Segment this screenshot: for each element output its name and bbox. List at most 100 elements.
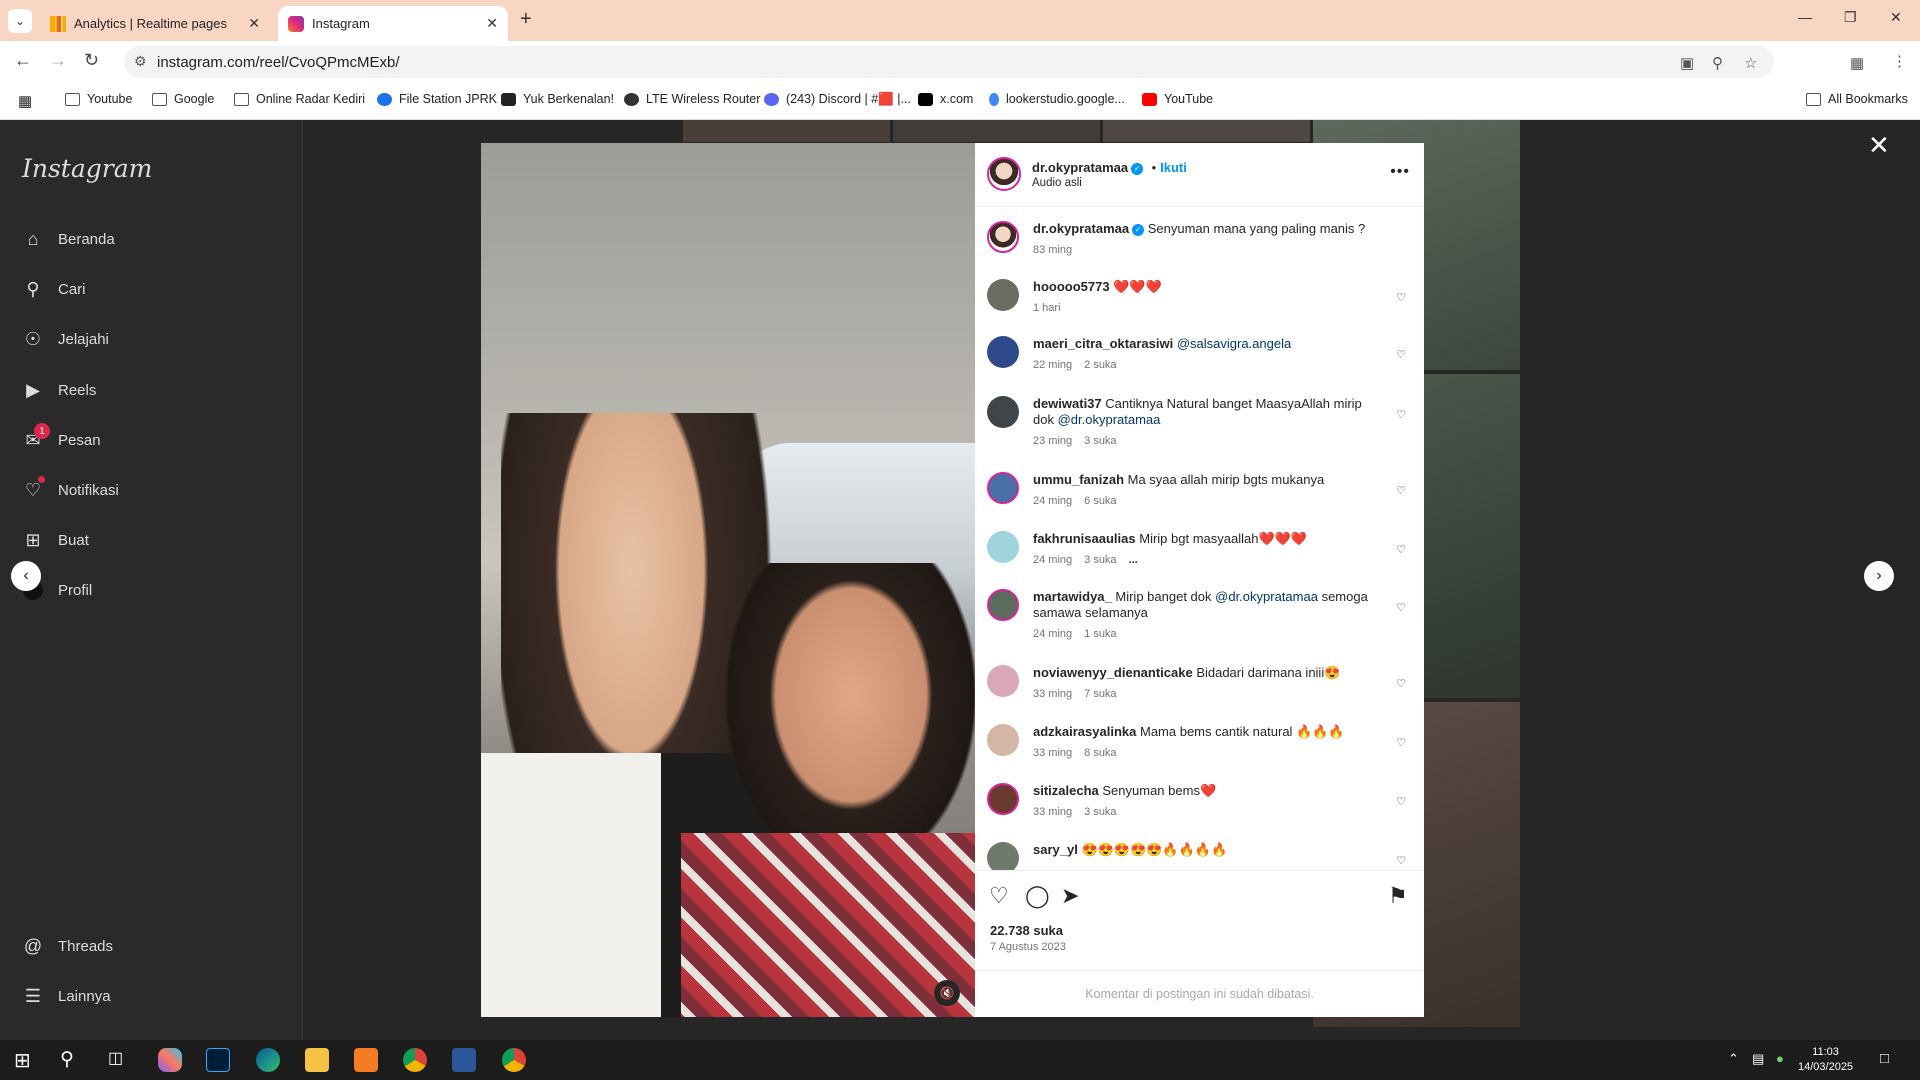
comment-time[interactable]: 83 ming bbox=[1033, 244, 1072, 256]
bookmark-lookerstudio[interactable]: lookerstudio.google... bbox=[989, 92, 1125, 106]
network-icon[interactable]: ▤ bbox=[1752, 1051, 1764, 1067]
like-comment-icon[interactable]: ♡ bbox=[1396, 795, 1406, 808]
tab-instagram[interactable]: Instagram ✕ bbox=[278, 6, 508, 41]
nav-buat[interactable]: ⊞ Buat bbox=[22, 529, 88, 551]
file-explorer-icon[interactable] bbox=[305, 1048, 329, 1072]
comment-username[interactable]: maeri_citra_oktarasiwi bbox=[1033, 336, 1173, 351]
minimize-icon[interactable]: — bbox=[1798, 9, 1812, 25]
commenter-avatar[interactable] bbox=[987, 724, 1019, 756]
instagram-logo[interactable]: Instagram bbox=[22, 154, 152, 183]
comment-likes[interactable]: 3 suka bbox=[1084, 806, 1116, 818]
like-comment-icon[interactable]: ♡ bbox=[1396, 677, 1406, 690]
back-icon[interactable]: ← bbox=[14, 50, 32, 71]
post-date[interactable]: 7 Agustus 2023 bbox=[990, 941, 1066, 953]
comment-username[interactable]: hooooo5773 bbox=[1033, 279, 1110, 294]
bookmark-lte-router[interactable]: LTE Wireless Router bbox=[624, 92, 760, 106]
more-options-icon[interactable]: ••• bbox=[1390, 163, 1410, 181]
close-window-icon[interactable]: ✕ bbox=[1890, 9, 1902, 26]
comment-likes[interactable]: 3 suka bbox=[1084, 554, 1116, 566]
nav-beranda[interactable]: ⌂ Beranda bbox=[22, 228, 115, 250]
commenter-avatar[interactable] bbox=[987, 783, 1019, 815]
comment-more-icon[interactable]: ... bbox=[1129, 554, 1138, 566]
close-tab-icon[interactable]: ✕ bbox=[486, 15, 498, 32]
likes-count[interactable]: 22.738 suka bbox=[990, 923, 1063, 938]
nav-cari[interactable]: ⚲ Cari bbox=[22, 278, 85, 300]
nav-lainnya[interactable]: ☰ Lainnya bbox=[22, 985, 111, 1007]
task-view-icon[interactable]: ◫ bbox=[108, 1048, 132, 1072]
like-icon[interactable]: ♡ bbox=[989, 883, 1009, 909]
comment-username[interactable]: adzkairasyalinka bbox=[1033, 724, 1136, 739]
chrome-active-icon[interactable] bbox=[502, 1048, 526, 1072]
extension-icon[interactable]: ▦ bbox=[1850, 54, 1864, 72]
forward-icon[interactable]: → bbox=[49, 50, 67, 71]
commenter-avatar[interactable] bbox=[987, 279, 1019, 311]
search-icon[interactable]: ⚲ bbox=[60, 1048, 84, 1072]
bookmark-online-radar-kediri[interactable]: Online Radar Kediri bbox=[234, 92, 365, 106]
nav-reels[interactable]: ▶ Reels bbox=[22, 379, 96, 401]
comment-likes[interactable]: 8 suka bbox=[1084, 747, 1116, 759]
edge-icon[interactable] bbox=[256, 1048, 280, 1072]
share-icon[interactable]: ➤ bbox=[1061, 883, 1079, 909]
comment-time[interactable]: 24 ming bbox=[1033, 554, 1072, 566]
word-icon[interactable] bbox=[452, 1048, 476, 1072]
notifications-icon[interactable]: □ bbox=[1880, 1050, 1889, 1067]
comment-username[interactable]: sitizalecha bbox=[1033, 783, 1099, 798]
prev-post-icon[interactable]: ‹ bbox=[11, 561, 41, 591]
author-avatar[interactable] bbox=[987, 221, 1019, 253]
audio-label[interactable]: Audio asli bbox=[1032, 177, 1187, 189]
new-tab-button[interactable]: + bbox=[520, 8, 532, 31]
like-comment-icon[interactable]: ♡ bbox=[1396, 484, 1406, 497]
bookmark-file-station[interactable]: File Station JPRK bbox=[377, 92, 497, 106]
security-icon[interactable]: ● bbox=[1776, 1051, 1784, 1066]
author-avatar[interactable] bbox=[987, 157, 1021, 191]
zoom-icon[interactable]: ⚲ bbox=[1712, 54, 1723, 72]
mute-icon[interactable]: 🔇 bbox=[934, 980, 960, 1006]
chrome-icon[interactable] bbox=[403, 1048, 427, 1072]
like-comment-icon[interactable]: ♡ bbox=[1396, 736, 1406, 749]
commenter-avatar[interactable] bbox=[987, 396, 1019, 428]
comment-icon[interactable]: ◯ bbox=[1025, 883, 1050, 909]
comment-mention[interactable]: @dr.okypratamaa bbox=[1058, 412, 1161, 427]
next-post-icon[interactable]: › bbox=[1864, 561, 1894, 591]
comment-username[interactable]: ummu_fanizah bbox=[1033, 472, 1124, 487]
address-bar[interactable]: ⚙ instagram.com/reel/CvoQPmcMExb/ ☆ ⚲ ▣ bbox=[124, 46, 1774, 78]
comments-list[interactable]: dr.okypratamaa ✓ Senyuman mana yang palin… bbox=[975, 207, 1424, 870]
nav-threads[interactable]: @ Threads bbox=[22, 935, 113, 957]
close-modal-icon[interactable]: ✕ bbox=[1868, 130, 1890, 161]
like-comment-icon[interactable]: ♡ bbox=[1396, 408, 1406, 421]
bookmark-star-icon[interactable]: ☆ bbox=[1744, 54, 1757, 72]
comment-likes[interactable]: 2 suka bbox=[1084, 359, 1116, 371]
bookmark-yuk-berkenalan[interactable]: Yuk Berkenalan! bbox=[501, 92, 614, 106]
like-comment-icon[interactable]: ♡ bbox=[1396, 854, 1406, 867]
comment-mention[interactable]: @dr.okypratamaa bbox=[1215, 589, 1318, 604]
close-tab-icon[interactable]: ✕ bbox=[248, 15, 260, 32]
like-comment-icon[interactable]: ♡ bbox=[1396, 348, 1406, 361]
follow-button[interactable]: Ikuti bbox=[1160, 160, 1187, 175]
nav-jelajahi[interactable]: ☉ Jelajahi bbox=[22, 328, 109, 350]
commenter-avatar[interactable] bbox=[987, 665, 1019, 697]
comment-time[interactable]: 23 ming bbox=[1033, 435, 1072, 447]
bookmark-youtube[interactable]: YouTube bbox=[1142, 92, 1213, 106]
comment-time[interactable]: 24 ming bbox=[1033, 495, 1072, 507]
author-username[interactable]: dr.okypratamaa bbox=[1032, 160, 1128, 175]
comment-username[interactable]: fakhrunisaaulias bbox=[1033, 531, 1136, 546]
reel-video[interactable] bbox=[481, 143, 975, 1017]
comment-username[interactable]: martawidya_ bbox=[1033, 589, 1112, 604]
bookmark-youtube-folder[interactable]: Youtube bbox=[65, 92, 132, 106]
comment-username[interactable]: dr.okypratamaa bbox=[1033, 221, 1129, 236]
copilot-icon[interactable] bbox=[158, 1048, 182, 1072]
app-icon[interactable] bbox=[354, 1048, 378, 1072]
comment-time[interactable]: 33 ming bbox=[1033, 747, 1072, 759]
bookmark-discord[interactable]: (243) Discord | #🟥 |... bbox=[764, 92, 911, 107]
like-comment-icon[interactable]: ♡ bbox=[1396, 543, 1406, 556]
install-app-icon[interactable]: ▣ bbox=[1680, 54, 1694, 72]
comment-username[interactable]: noviawenyy_dienanticake bbox=[1033, 665, 1193, 680]
browser-menu-icon[interactable]: ⋮ bbox=[1892, 52, 1907, 70]
taskbar-clock[interactable]: 11:03 14/03/2025 bbox=[1798, 1045, 1853, 1075]
reload-icon[interactable]: ↻ bbox=[84, 50, 99, 71]
comment-time[interactable]: 33 ming bbox=[1033, 688, 1072, 700]
tab-analytics[interactable]: Analytics | Realtime pages ✕ bbox=[40, 6, 270, 41]
photoshop-icon[interactable] bbox=[206, 1048, 230, 1072]
comment-mention[interactable]: @salsavigra.angela bbox=[1177, 336, 1291, 351]
commenter-avatar[interactable] bbox=[987, 589, 1019, 621]
